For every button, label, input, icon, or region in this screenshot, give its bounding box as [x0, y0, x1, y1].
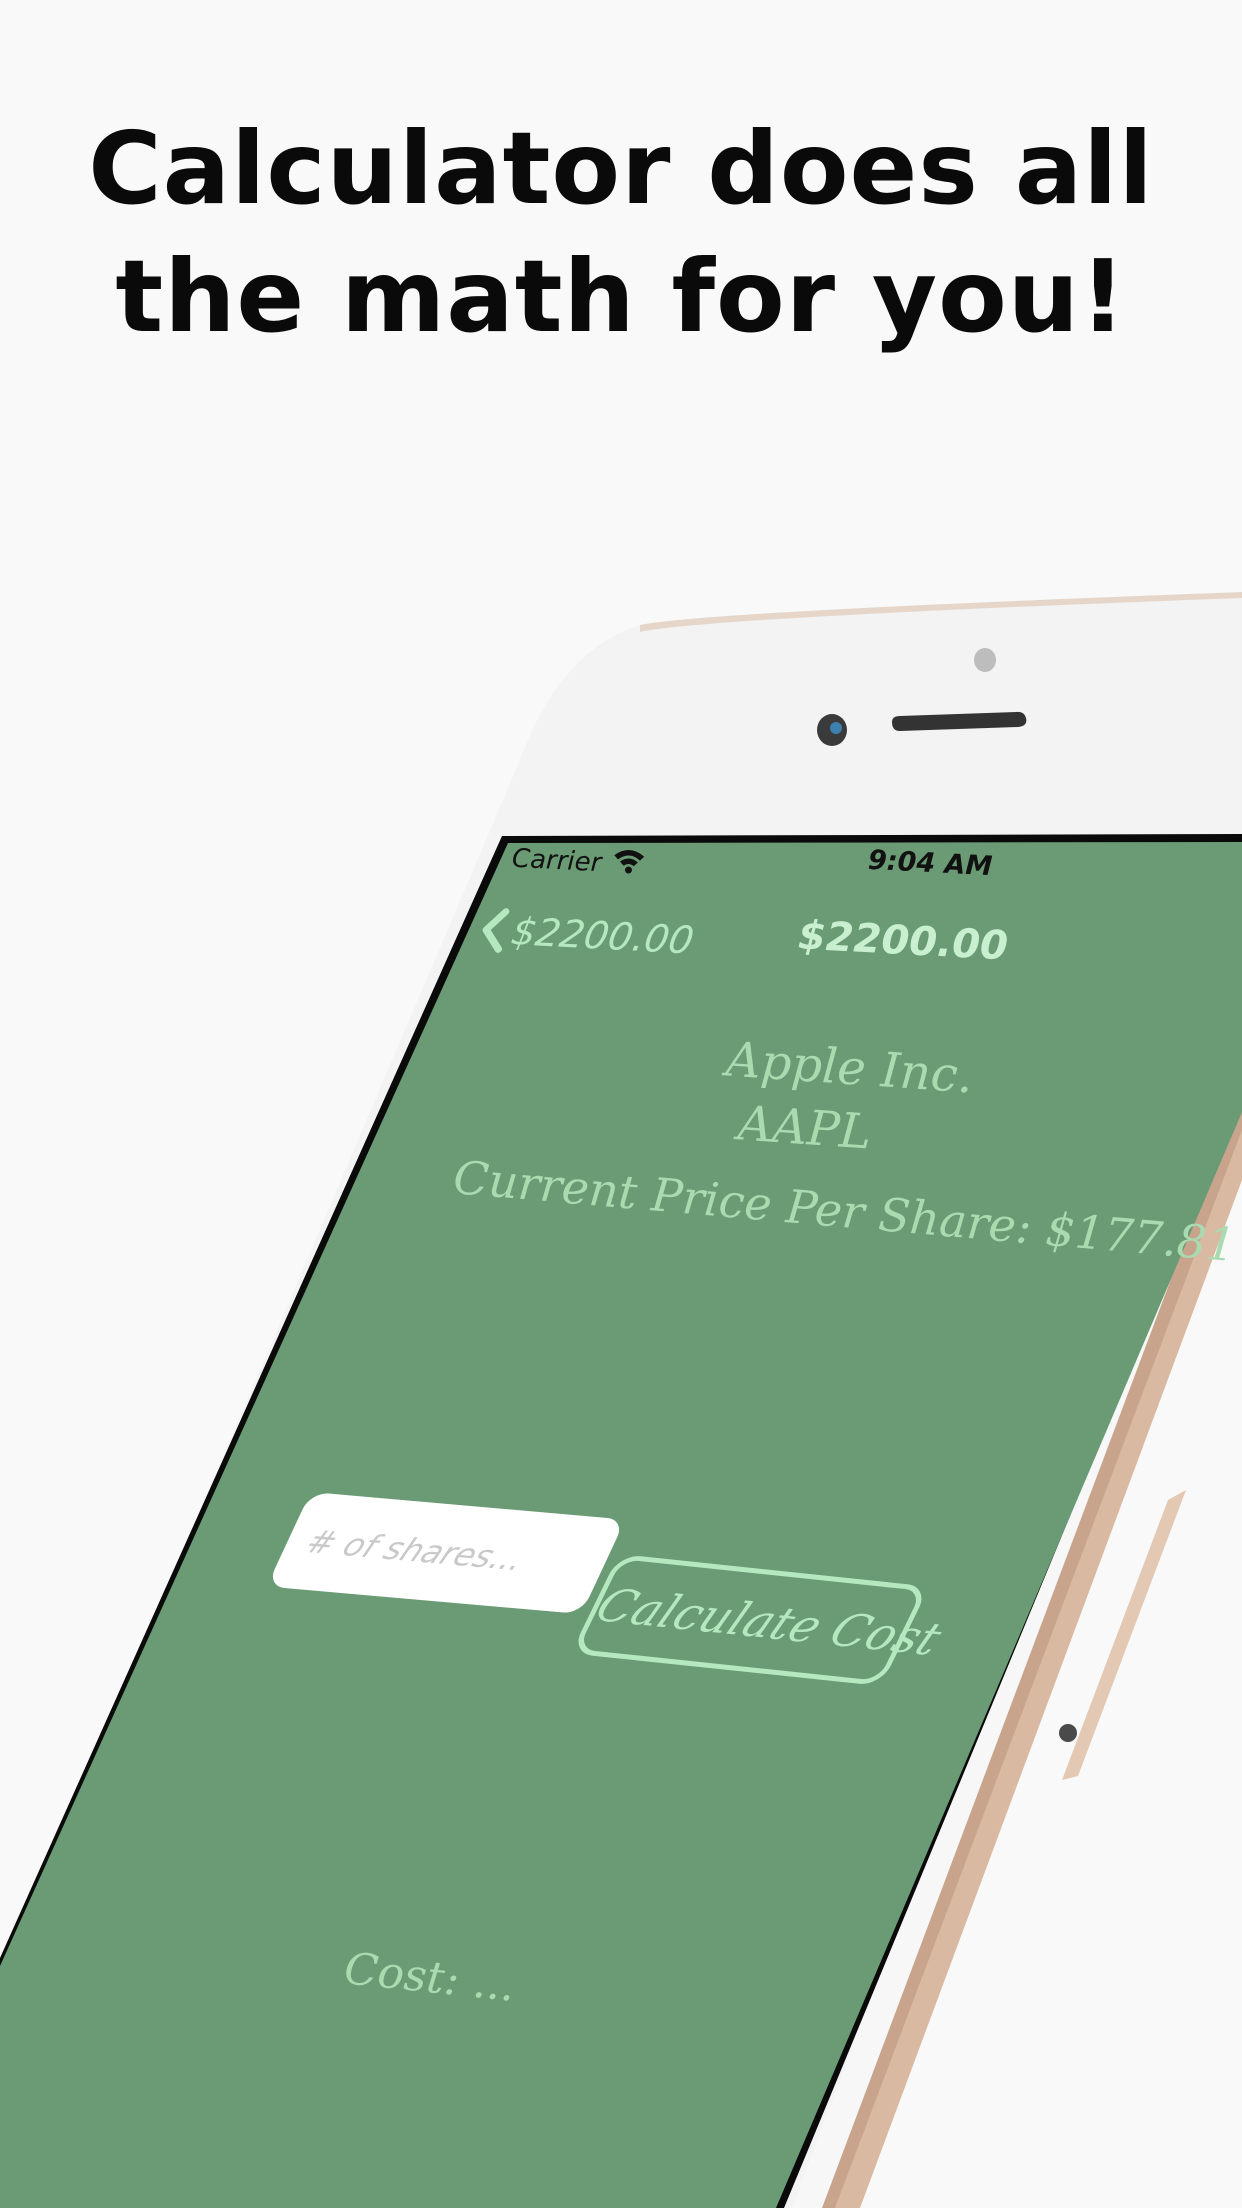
status-carrier: Carrier	[511, 843, 603, 879]
status-time: 9:04 AM	[867, 844, 994, 883]
app-store-screenshot: Calculator does all the math for you! Ca…	[0, 0, 1242, 2208]
ticker-symbol: AAPL	[736, 1095, 874, 1161]
wifi-icon	[614, 850, 645, 874]
side-screw-icon	[1059, 1724, 1077, 1742]
phone-mockup	[0, 592, 1242, 2208]
screen-background	[0, 842, 1242, 2208]
back-label: $2200.00	[507, 909, 698, 963]
proximity-sensor-icon	[974, 648, 996, 672]
